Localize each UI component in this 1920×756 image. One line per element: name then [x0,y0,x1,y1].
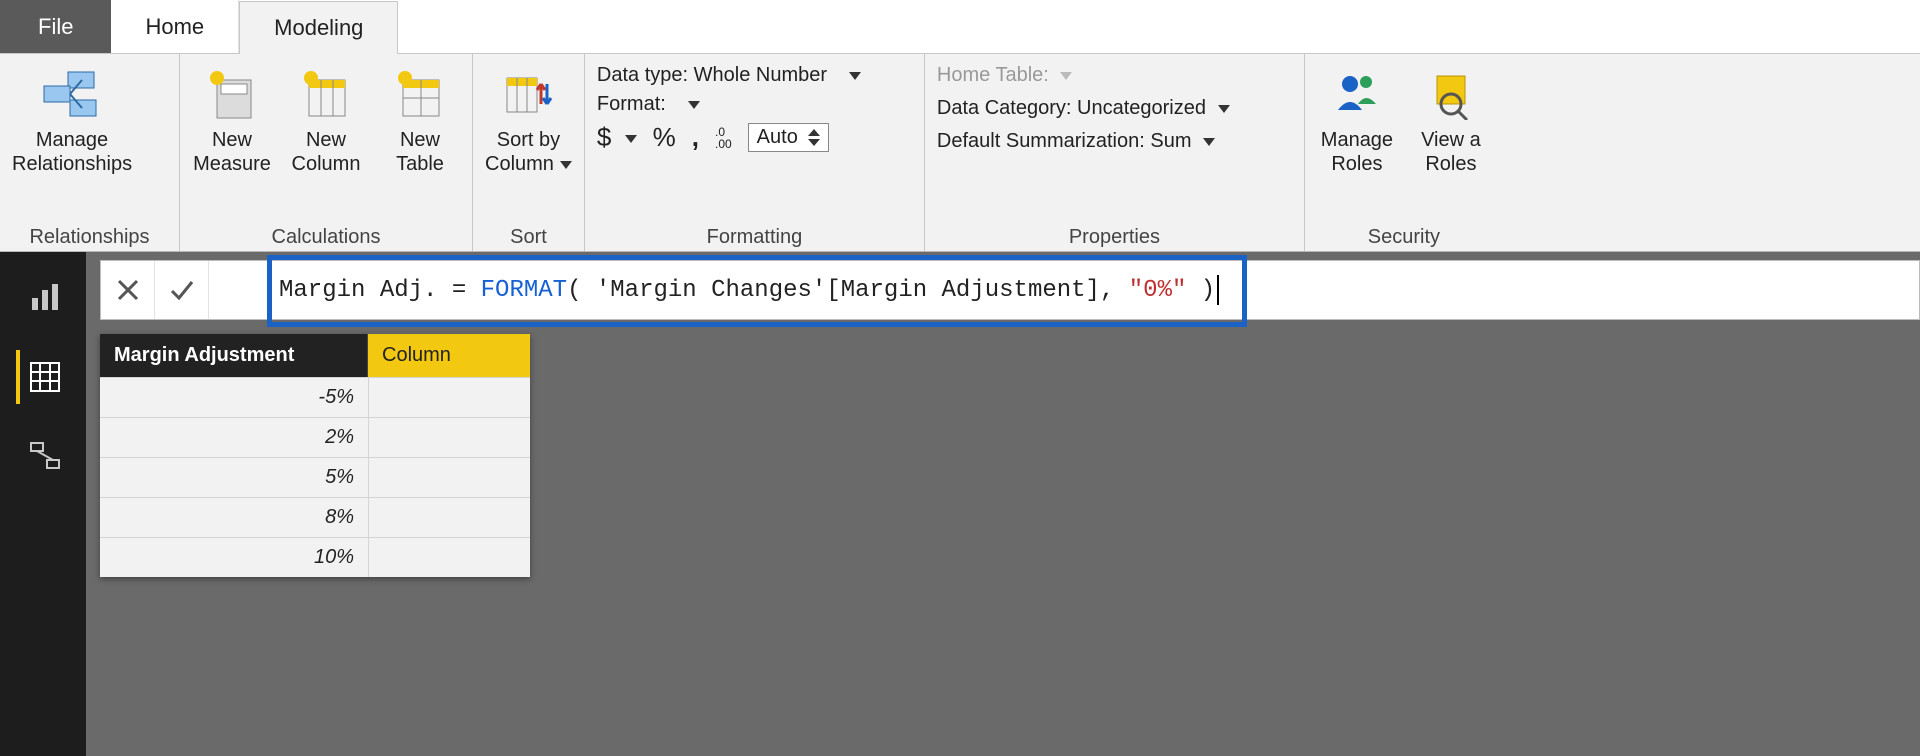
group-label-formatting: Formatting [597,222,912,249]
table-row[interactable]: 2% [100,417,530,457]
tab-modeling[interactable]: Modeling [239,1,398,54]
chevron-down-icon [625,135,637,143]
group-sort: Sort by Column Sort [473,54,585,251]
group-label-calculations: Calculations [192,222,460,249]
data-category-dropdown[interactable]: Data Category: Uncategorized [937,97,1230,120]
manage-roles-icon [1332,66,1382,124]
data-type-value: Whole Number [694,64,827,86]
currency-button[interactable]: $ [597,122,637,153]
table-row[interactable]: -5% [100,377,530,417]
chevron-down-icon [560,161,572,169]
data-category-label: Data Category: [937,97,1072,119]
view-rail [0,252,86,756]
new-table-label: New Table [396,128,444,176]
new-column-icon [303,66,349,124]
home-table-label: Home Table: [937,64,1049,86]
group-properties: Home Table: Data Category: Uncategorized… [925,54,1305,251]
spinner-icon[interactable] [808,129,820,146]
view-as-roles-icon [1431,66,1471,124]
cell-value: 10% [100,537,368,577]
formula-text: Margin Adj. = FORMAT( 'Margin Changes'[M… [209,275,1219,305]
thousands-button[interactable]: , [692,122,699,153]
formula-bar: Margin Adj. = FORMAT( 'Margin Changes'[M… [100,260,1920,320]
table-row[interactable]: 10% [100,537,530,577]
view-as-roles-label: View a Roles [1421,128,1481,176]
view-as-roles-button[interactable]: View a Roles [1411,62,1491,176]
new-measure-label: New Measure [193,128,271,176]
data-table: Margin Adjustment Column -5% 2% 5% 8% 10… [100,334,530,577]
default-summarization-dropdown[interactable]: Default Summarization: Sum [937,130,1230,153]
column-header-column[interactable]: Column [368,334,530,377]
ribbon: Manage Relationships Relationships New M… [0,54,1920,252]
cell-value [368,417,530,457]
data-category-value: Uncategorized [1077,97,1206,119]
manage-roles-label: Manage Roles [1321,128,1393,176]
group-security: Manage Roles View a Roles Security [1305,54,1503,251]
table-rows: -5% 2% 5% 8% 10% [100,377,530,577]
table-row[interactable]: 5% [100,457,530,497]
new-column-label: New Column [292,128,361,176]
sort-by-column-icon [503,66,553,124]
workspace: Margin Adj. = FORMAT( 'Margin Changes'[M… [0,252,1920,756]
sort-by-column-label: Sort by Column [485,128,572,176]
group-calculations: New Measure New Column [180,54,473,251]
manage-roles-button[interactable]: Manage Roles [1317,62,1397,176]
format-label: Format: [597,93,666,116]
report-view-button[interactable] [16,270,70,324]
chevron-down-icon [849,72,861,80]
cell-value [368,377,530,417]
new-column-button[interactable]: New Column [286,62,366,176]
sort-by-column-button[interactable]: Sort by Column [485,62,572,176]
table-row[interactable]: 8% [100,497,530,537]
group-relationships: Manage Relationships Relationships [0,54,180,251]
text-cursor [1217,275,1219,305]
group-label-properties: Properties [937,222,1292,249]
menu-bar: File Home Modeling [0,0,1920,54]
data-type-dropdown[interactable]: Data type: Whole Number [597,64,861,87]
percent-button[interactable]: % [653,122,676,153]
tab-home[interactable]: Home [111,0,239,53]
new-measure-icon [209,66,255,124]
chevron-down-icon [688,101,700,109]
format-dropdown[interactable]: Format: [597,93,861,116]
formula-input[interactable]: Margin Adj. = FORMAT( 'Margin Changes'[M… [209,261,1919,319]
new-measure-button[interactable]: New Measure [192,62,272,176]
column-header-margin-adjustment[interactable]: Margin Adjustment [100,334,368,377]
manage-relationships-label: Manage Relationships [12,128,132,176]
model-view-button[interactable] [16,430,70,484]
data-view-button[interactable] [16,350,70,404]
chevron-down-icon [1060,72,1072,80]
default-summarization-value: Sum [1150,130,1191,152]
decimal-places-input[interactable]: Auto [748,123,829,152]
chevron-down-icon [1218,105,1230,113]
cell-value [368,537,530,577]
canvas: Margin Adj. = FORMAT( 'Margin Changes'[M… [86,252,1920,756]
decimal-places-value: Auto [757,126,798,149]
group-formatting: Data type: Whole Number Format: $ % , .0… [585,54,925,251]
cell-value: -5% [100,377,368,417]
home-table-dropdown[interactable]: Home Table: [937,64,1230,87]
cell-value: 8% [100,497,368,537]
manage-relationships-button[interactable]: Manage Relationships [12,62,132,176]
group-label-security: Security [1317,222,1491,249]
cell-value: 2% [100,417,368,457]
group-label-relationships: Relationships [12,222,167,249]
default-summarization-label: Default Summarization: [937,130,1145,152]
chevron-down-icon [1203,138,1215,146]
commit-formula-button[interactable] [155,261,209,319]
new-table-icon [397,66,443,124]
decimals-icon: .0 .00 [715,126,732,150]
data-type-label: Data type: [597,64,688,86]
manage-relationships-icon [42,66,102,124]
cell-value [368,497,530,537]
cell-value: 5% [100,457,368,497]
new-table-button[interactable]: New Table [380,62,460,176]
cancel-formula-button[interactable] [101,261,155,319]
tab-file[interactable]: File [0,0,111,53]
cell-value [368,457,530,497]
group-label-sort: Sort [485,222,572,249]
